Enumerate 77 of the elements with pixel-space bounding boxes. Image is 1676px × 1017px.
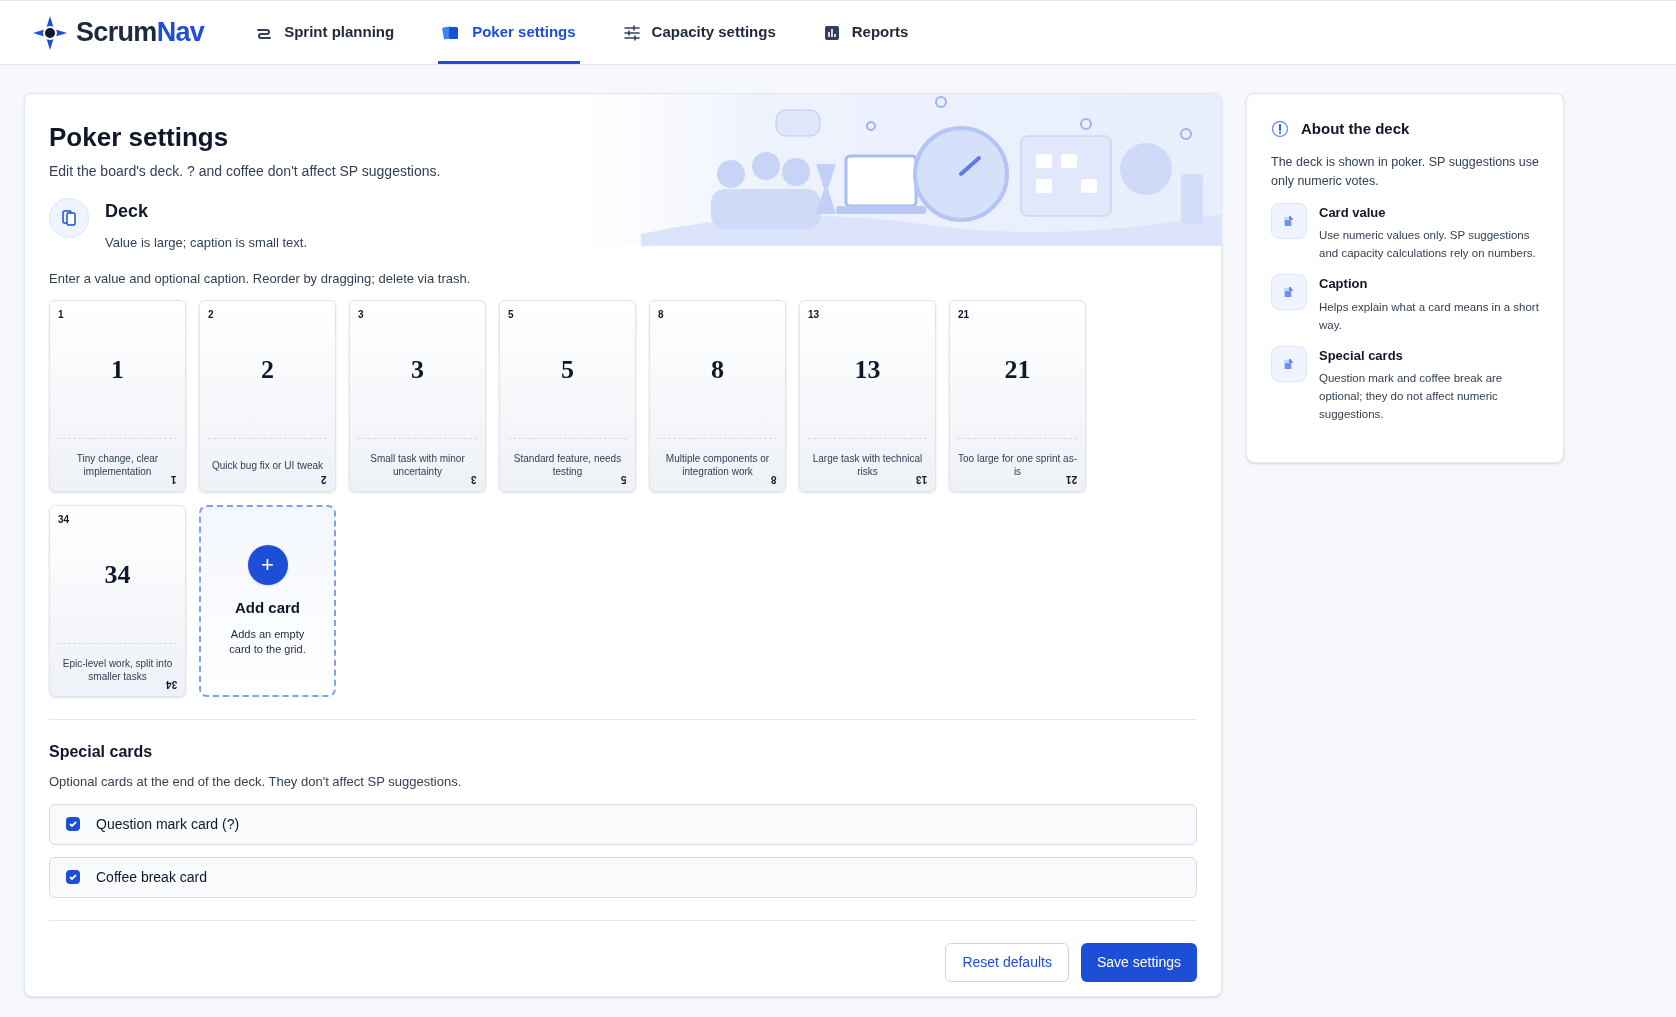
checkbox[interactable] <box>66 817 80 831</box>
add-card-subtitle: Adds an empty card to the grid. <box>228 627 307 658</box>
plus-icon: + <box>247 544 288 585</box>
corner-value: 1 <box>171 473 177 487</box>
save-button[interactable]: Save settings <box>1080 942 1197 982</box>
special-option[interactable]: Question mark card (?) <box>49 803 1197 845</box>
reset-button[interactable]: Reset defaults <box>945 942 1069 982</box>
card-value: 1 <box>111 354 124 386</box>
corner-value: 34 <box>58 513 70 527</box>
checkbox[interactable] <box>66 870 80 884</box>
poker-card[interactable]: 8 8 Multiple components or integration work 8 <box>649 300 786 492</box>
chart-icon <box>823 24 840 41</box>
poker-card[interactable]: 2 2 Quick bug fix or UI tweak 2 <box>199 300 336 492</box>
about-title: About the deck <box>1301 119 1410 139</box>
corner-value: 13 <box>808 308 820 322</box>
card-value: 13 <box>854 354 881 386</box>
nav-tab[interactable]: Sprint planning <box>252 1 399 64</box>
check-icon <box>68 819 78 829</box>
corner-value: 5 <box>508 308 514 322</box>
nav-tab[interactable]: Poker settings <box>438 1 580 64</box>
add-card-button[interactable]: + Add card Adds an empty card to the grid. <box>199 505 336 697</box>
card-value: 21 <box>1004 354 1031 386</box>
deck-title: Deck <box>105 200 150 223</box>
poker-card[interactable]: 13 13 Large task with technical risks 13 <box>799 300 936 492</box>
about-item-title: Special cards <box>1319 346 1404 365</box>
about-text: The deck is shown in poker. SP suggestions use only numeric votes. <box>1271 153 1539 190</box>
about-item-text: Helps explain what a card means in a short way. <box>1319 299 1539 333</box>
brand-name: ScrumNav <box>76 16 205 50</box>
info-icon <box>1271 120 1289 139</box>
nav-tab[interactable]: Capacity settings <box>619 1 780 64</box>
card-value: 5 <box>561 354 574 386</box>
card-caption: Multiple components or integration work <box>664 452 771 478</box>
document-icon <box>1271 274 1307 310</box>
card-value: 2 <box>261 354 274 386</box>
corner-value: 21 <box>958 308 970 322</box>
poker-card[interactable]: 21 21 Too large for one sprint as-is 21 <box>949 300 1086 492</box>
about-item-text: Question mark and coffee break are optional; they do not affect numeric suggestions. <box>1319 371 1504 422</box>
special-subtitle: Optional cards at the end of the deck. They don't affect SP suggestions. <box>49 773 463 791</box>
about-item-text: Use numeric values only. SP suggestions and capacity calculations rely on numbers. <box>1319 228 1537 261</box>
logo[interactable]: ScrumNav <box>32 12 205 53</box>
card-value: 3 <box>411 354 424 386</box>
check-icon <box>68 872 78 882</box>
card-caption: Quick bug fix or UI tweak <box>211 458 324 472</box>
nav-tab[interactable]: Reports <box>819 1 913 64</box>
card-caption: Standard feature, needs testing <box>512 452 622 477</box>
about-item-title: Caption <box>1319 275 1369 293</box>
page-title: Poker settings <box>49 121 230 154</box>
document-icon <box>1271 202 1307 239</box>
corner-value: 1 <box>58 308 64 322</box>
poker-card[interactable]: 34 34 Epic-level work, split into smaller tasks 34 <box>49 505 186 697</box>
corner-value: 8 <box>658 308 664 322</box>
corner-value: 3 <box>358 308 364 322</box>
deck-subtitle: Value is large; caption is small text. <box>105 234 308 252</box>
deck-hint: Enter a value and optional caption. Reorder by dragging; delete via trash. <box>49 269 472 288</box>
corner-value: 3 <box>471 473 477 487</box>
cards-icon <box>49 198 89 238</box>
card-caption: Small task with minor uncertainty <box>369 452 466 478</box>
corner-value: 2 <box>208 308 214 322</box>
card-value: 34 <box>104 559 131 591</box>
corner-value: 5 <box>621 473 627 487</box>
document-icon <box>1271 345 1307 382</box>
special-option[interactable]: Coffee break card <box>49 856 1197 898</box>
card-caption: Tiny change, clear implementation <box>75 452 160 478</box>
option-label: Coffee break card <box>96 867 208 887</box>
poker-card[interactable]: 5 5 Standard feature, needs testing 5 <box>499 300 636 492</box>
add-card-title: Add card <box>235 597 300 618</box>
corner-value: 2 <box>321 473 327 487</box>
cards-icon <box>442 24 461 41</box>
page-subtitle: Edit the board's deck. ? and coffee don't affect SP suggestions. <box>49 162 442 181</box>
poker-card[interactable]: 1 1 Tiny change, clear implementation 1 <box>49 300 186 492</box>
poker-card[interactable]: 3 3 Small task with minor uncertainty 3 <box>349 300 486 492</box>
corner-value: 8 <box>771 473 777 487</box>
card-value: 8 <box>711 354 724 386</box>
sliders-icon <box>623 24 640 41</box>
special-title: Special cards <box>49 742 154 762</box>
option-label: Question mark card (?) <box>96 814 240 834</box>
about-item-title: Card value <box>1319 203 1387 222</box>
